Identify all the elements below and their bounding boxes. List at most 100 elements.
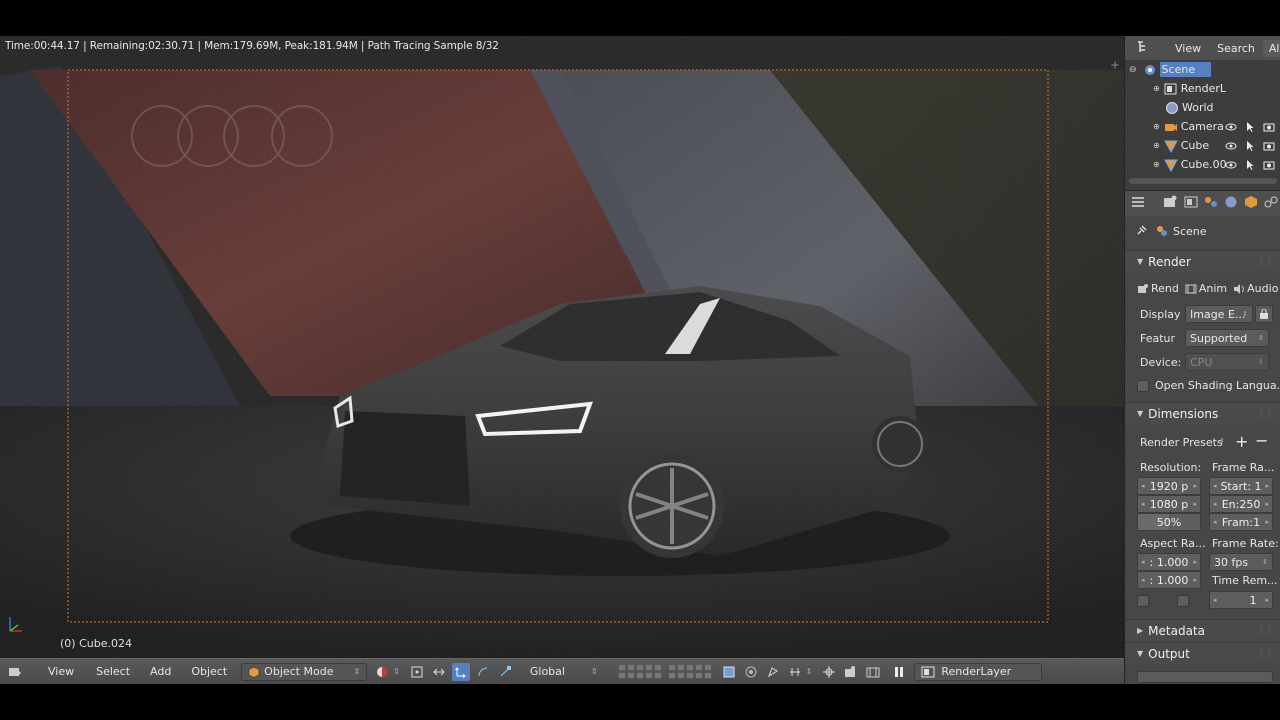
mode-dropdown[interactable]: Object Mode ⇕ xyxy=(241,662,368,681)
decrement-icon[interactable]: ◂ xyxy=(1141,576,1145,584)
resolution-x-field[interactable]: ◂ 1920 p ▸ xyxy=(1137,477,1201,495)
proportional-edit-icon[interactable] xyxy=(742,663,760,681)
scene-layers[interactable] xyxy=(617,664,662,679)
layer-lock-icon[interactable] xyxy=(720,663,738,681)
render-presets-dropdown[interactable]: Render Presets xyxy=(1140,436,1223,449)
expand-icon[interactable]: ⊕ xyxy=(1153,122,1160,131)
metadata-panel-header[interactable]: ▶ Metadata ⋮⋮ xyxy=(1125,619,1280,641)
grip-icon[interactable]: ⋮⋮ xyxy=(1257,649,1274,659)
decrement-icon[interactable]: ◂ xyxy=(1141,558,1145,566)
resolution-percentage-slider[interactable]: 50% xyxy=(1137,513,1201,531)
view-menu[interactable]: View xyxy=(40,665,82,678)
pin-icon[interactable] xyxy=(1135,225,1147,237)
render-camera-icon[interactable] xyxy=(1263,160,1275,170)
grip-icon[interactable]: ⋮⋮ xyxy=(1257,626,1274,636)
outliner-item-cube[interactable]: ⊕ Cube xyxy=(1125,136,1280,155)
select-menu[interactable]: Select xyxy=(88,665,138,678)
outliner-editor-icon[interactable] xyxy=(1125,40,1161,56)
increment-icon[interactable]: ▸ xyxy=(1193,482,1197,490)
increment-icon[interactable]: ▸ xyxy=(1193,500,1197,508)
frame-start-field[interactable]: ◂ Start: 1 ▸ xyxy=(1209,477,1273,495)
output-panel-header[interactable]: ▼ Output ⋮⋮ xyxy=(1125,642,1280,664)
selectable-cursor-icon[interactable] xyxy=(1245,140,1255,152)
object-menu[interactable]: Object xyxy=(183,665,235,678)
add-menu[interactable]: Add xyxy=(142,665,179,678)
translate-manipulator-icon[interactable] xyxy=(451,662,470,681)
3d-viewport[interactable]: Time:00:44.17 | Remaining:02:30.71 | Mem… xyxy=(0,36,1124,658)
feature-set-dropdown[interactable]: Supported ⇕ xyxy=(1185,329,1269,347)
properties-editor-icon[interactable] xyxy=(1131,196,1145,211)
selectable-cursor-icon[interactable] xyxy=(1245,121,1255,133)
outliner-tree[interactable]: ⊖ Scene ⊕ RenderL World ⊕ Camera ⊕ Cube … xyxy=(1124,60,1280,190)
render-image-button[interactable]: Rend xyxy=(1137,282,1179,295)
render-camera-icon[interactable] xyxy=(1263,122,1275,132)
render-camera-icon[interactable] xyxy=(1263,141,1275,151)
increment-icon[interactable]: ▸ xyxy=(1265,482,1269,490)
frame-rate-dropdown[interactable]: 30 fps ⇕ xyxy=(1209,553,1273,571)
visibility-eye-icon[interactable] xyxy=(1225,141,1237,151)
decrement-icon[interactable]: ◂ xyxy=(1213,482,1217,490)
outliner-display-dropdown[interactable]: All xyxy=(1262,39,1280,57)
outliner-item-world[interactable]: World xyxy=(1125,98,1280,117)
outliner-search-menu[interactable]: Search xyxy=(1209,42,1263,55)
outliner-item-renderlayers[interactable]: ⊕ RenderL xyxy=(1125,79,1280,98)
viewport-shading-icon[interactable] xyxy=(373,663,391,681)
osl-checkbox[interactable] xyxy=(1137,380,1149,392)
outliner-item-camera[interactable]: ⊕ Camera xyxy=(1125,117,1280,136)
outliner-scrollbar[interactable] xyxy=(1129,178,1277,184)
aspect-x-field[interactable]: ◂ : 1.000 ▸ xyxy=(1137,553,1201,571)
rotate-manipulator-icon[interactable] xyxy=(474,663,492,681)
decrement-icon[interactable]: ◂ xyxy=(1141,500,1145,508)
scale-manipulator-icon[interactable] xyxy=(496,663,514,681)
device-dropdown[interactable]: CPU ⇕ xyxy=(1185,353,1269,371)
transform-orientation-dropdown[interactable]: Global ⇕ xyxy=(524,663,610,681)
grip-icon[interactable]: ⋮⋮ xyxy=(1257,257,1274,267)
decrement-icon[interactable]: ◂ xyxy=(1141,482,1145,490)
increment-icon[interactable]: ▸ xyxy=(1193,558,1197,566)
render-audio-button[interactable]: Audio xyxy=(1233,282,1278,295)
border-checkbox[interactable] xyxy=(1137,595,1149,607)
editor-type-icon[interactable] xyxy=(6,663,24,681)
increment-icon[interactable]: ▸ xyxy=(1265,596,1269,604)
manipulator-toggle-icon[interactable] xyxy=(430,663,448,681)
lock-interface-button[interactable] xyxy=(1255,305,1273,323)
expand-icon[interactable]: ⊕ xyxy=(1153,141,1160,150)
resolution-y-field[interactable]: ◂ 1080 p ▸ xyxy=(1137,495,1201,513)
dimensions-panel-header[interactable]: ▼ Dimensions ⋮⋮ xyxy=(1125,402,1280,424)
opengl-anim-icon[interactable] xyxy=(864,663,882,681)
decrement-icon[interactable]: ◂ xyxy=(1213,518,1217,526)
selectable-cursor-icon[interactable] xyxy=(1245,159,1255,171)
add-preset-icon[interactable]: + xyxy=(1235,432,1248,451)
frame-end-field[interactable]: ◂ En:250 ▸ xyxy=(1209,495,1273,513)
outliner-item-scene[interactable]: ⊖ Scene xyxy=(1125,60,1280,79)
outliner-item-cube-00[interactable]: ⊕ Cube.00 xyxy=(1125,155,1280,174)
pivot-point-icon[interactable] xyxy=(408,663,426,681)
expand-icon[interactable]: ⊖ xyxy=(1129,65,1137,75)
grip-icon[interactable]: ⋮⋮ xyxy=(1257,409,1274,419)
plus-icon[interactable]: + xyxy=(1110,58,1120,72)
pause-icon[interactable] xyxy=(890,663,908,681)
scene-layers-2[interactable] xyxy=(667,664,712,679)
aspect-y-field[interactable]: ◂ : 1.000 ▸ xyxy=(1137,571,1201,589)
expand-icon[interactable]: ⊕ xyxy=(1153,84,1160,93)
outliner-view-menu[interactable]: View xyxy=(1161,42,1209,55)
frame-step-field[interactable]: ◂ Fram:1 ▸ xyxy=(1209,513,1273,531)
snap-element-icon[interactable] xyxy=(786,663,804,681)
decrement-icon[interactable]: ◂ xyxy=(1213,500,1217,508)
snap-target-icon[interactable] xyxy=(820,663,838,681)
expand-icon[interactable]: ⊕ xyxy=(1153,160,1160,169)
increment-icon[interactable]: ▸ xyxy=(1193,576,1197,584)
render-layer-field[interactable]: RenderLayer xyxy=(914,662,1043,681)
decrement-icon[interactable]: ◂ xyxy=(1213,596,1217,604)
visibility-eye-icon[interactable] xyxy=(1225,160,1237,170)
remove-preset-icon[interactable]: − xyxy=(1255,431,1268,450)
opengl-render-icon[interactable] xyxy=(842,663,860,681)
scene-tab-icon[interactable] xyxy=(1203,195,1219,212)
crop-checkbox[interactable] xyxy=(1177,595,1189,607)
render-animation-button[interactable]: Anim xyxy=(1185,282,1227,295)
constraints-tab-icon[interactable] xyxy=(1263,195,1279,212)
output-path-field[interactable] xyxy=(1137,671,1273,683)
time-remap-new-field[interactable]: ◂ 1 ▸ xyxy=(1209,591,1273,609)
display-dropdown[interactable]: Image E... ⇕ xyxy=(1185,305,1253,323)
object-tab-icon[interactable] xyxy=(1243,195,1259,212)
